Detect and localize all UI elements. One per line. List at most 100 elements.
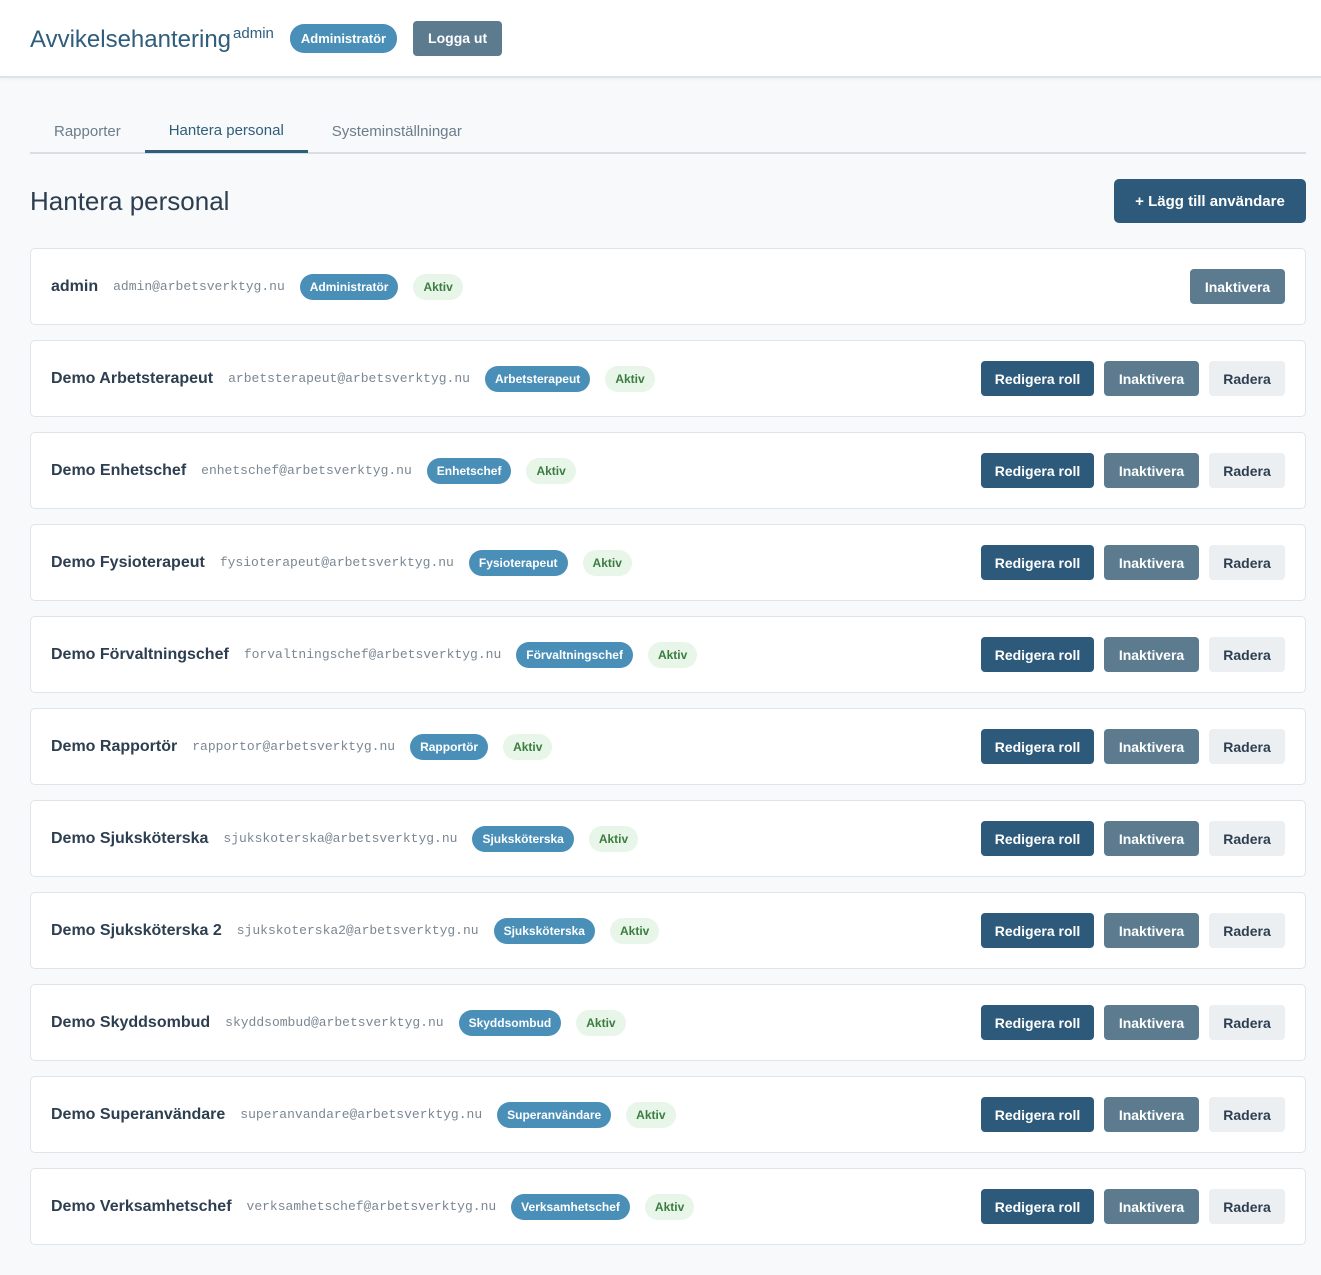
current-user-role-badge: Administratör: [289, 23, 398, 53]
logout-button[interactable]: Logga ut: [413, 20, 503, 56]
user-role-badge: Sjuksköterska: [472, 825, 574, 852]
app-title-text: Avvikelsehantering: [30, 25, 232, 53]
edit-role-button[interactable]: Redigera roll: [981, 453, 1094, 488]
user-status-badge: Aktiv: [609, 917, 660, 944]
user-status-badge: Aktiv: [647, 641, 698, 668]
add-user-button[interactable]: + Lägg till användare: [1114, 179, 1306, 223]
delete-button[interactable]: Radera: [1209, 453, 1285, 488]
user-status-badge: Aktiv: [644, 1193, 695, 1220]
user-name: Demo Rapportör: [51, 737, 178, 755]
edit-role-button[interactable]: Redigera roll: [981, 545, 1094, 580]
deactivate-button[interactable]: Inaktivera: [1104, 361, 1199, 396]
delete-button[interactable]: Radera: [1209, 361, 1285, 396]
user-role-badge: Rapportör: [410, 733, 489, 760]
user-status-badge: Aktiv: [503, 733, 553, 760]
user-row: Demo Fysioterapeut fysioterapeut@arbetsve…: [30, 524, 1306, 601]
tab-hantera-personal[interactable]: Hantera personal: [144, 111, 308, 153]
user-role-badge: Administratör: [299, 273, 399, 300]
edit-role-button[interactable]: Redigera roll: [981, 913, 1094, 948]
user-email: superanvandare@arbetsverktyg.nu: [240, 1107, 483, 1122]
user-list: admin admin@arbetsverktyg.nu Administratör…: [30, 248, 1306, 1245]
user-role-badge: Sjuksköterska: [493, 917, 595, 944]
delete-button[interactable]: Radera: [1209, 637, 1285, 672]
user-role-badge: Skyddsombud: [458, 1009, 562, 1036]
user-status-badge: Aktiv: [576, 1009, 626, 1036]
user-name: admin: [51, 277, 99, 295]
user-name: Demo Sjuksköterska 2: [51, 921, 222, 939]
edit-role-button[interactable]: Redigera roll: [981, 729, 1094, 764]
user-role-badge: Verksamhetschef: [511, 1193, 630, 1220]
page-title: Hantera personal: [30, 185, 230, 216]
top-bar: Avvikelsehantering admin Administratör Lo…: [0, 0, 1321, 78]
user-row: Demo Rapportör rapportor@arbetsverktyg.nu…: [30, 708, 1306, 785]
user-name: Demo Skyddsombud: [51, 1013, 211, 1031]
user-row: Demo Sjuksköterska 2 sjukskoterska2@arbet…: [30, 892, 1306, 969]
user-status-badge: Aktiv: [526, 457, 576, 484]
user-email: sjukskoterska2@arbetsverktyg.nu: [236, 923, 479, 938]
delete-button[interactable]: Radera: [1209, 821, 1285, 856]
user-email: fysioterapeut@arbetsverktyg.nu: [219, 555, 454, 570]
deactivate-button[interactable]: Inaktivera: [1104, 637, 1199, 672]
user-row: Demo Superanvändare superanvandare@arbets…: [30, 1076, 1306, 1153]
user-row: Demo Enhetschef enhetschef@arbetsverktyg.…: [30, 432, 1306, 509]
deactivate-button[interactable]: Inaktivera: [1104, 545, 1199, 580]
deactivate-button[interactable]: Inaktivera: [1104, 913, 1199, 948]
app-title: Avvikelsehantering admin: [30, 25, 274, 54]
tab-systeminstallningar[interactable]: Systeminställningar: [308, 110, 486, 152]
deactivate-button[interactable]: Inaktivera: [1104, 821, 1199, 856]
user-role-badge: Arbetsterapeut: [484, 365, 591, 392]
edit-role-button[interactable]: Redigera roll: [981, 361, 1094, 396]
current-username: admin: [233, 24, 274, 42]
deactivate-button[interactable]: Inaktivera: [1190, 269, 1285, 304]
user-email: rapportor@arbetsverktyg.nu: [192, 739, 396, 754]
user-email: admin@arbetsverktyg.nu: [113, 279, 285, 294]
user-row: Demo Sjuksköterska sjukskoterska@arbetsve…: [30, 800, 1306, 877]
user-role-badge: Superanvändare: [497, 1101, 612, 1128]
user-role-badge: Enhetschef: [426, 457, 512, 484]
user-name: Demo Verksamhetschef: [51, 1197, 232, 1215]
user-email: skyddsombud@arbetsverktyg.nu: [225, 1015, 444, 1030]
edit-role-button[interactable]: Redigera roll: [981, 821, 1094, 856]
user-email: forvaltningschef@arbetsverktyg.nu: [243, 647, 502, 662]
edit-role-button[interactable]: Redigera roll: [981, 1097, 1094, 1132]
delete-button[interactable]: Radera: [1209, 729, 1285, 764]
user-row: Demo Förvaltningschef forvaltningschef@ar…: [30, 616, 1306, 693]
deactivate-button[interactable]: Inaktivera: [1104, 1189, 1199, 1224]
user-name: Demo Arbetsterapeut: [51, 369, 214, 387]
deactivate-button[interactable]: Inaktivera: [1104, 1097, 1199, 1132]
user-status-badge: Aktiv: [605, 365, 655, 392]
user-name: Demo Fysioterapeut: [51, 553, 205, 571]
user-status-badge: Aktiv: [626, 1101, 676, 1128]
user-status-badge: Aktiv: [582, 549, 632, 576]
edit-role-button[interactable]: Redigera roll: [981, 1005, 1094, 1040]
user-name: Demo Förvaltningschef: [51, 645, 229, 663]
user-status-badge: Aktiv: [413, 273, 463, 300]
user-row: Demo Arbetsterapeut arbetsterapeut@arbets…: [30, 340, 1306, 417]
tab-rapporter[interactable]: Rapporter: [30, 110, 145, 152]
deactivate-button[interactable]: Inaktivera: [1104, 729, 1199, 764]
deactivate-button[interactable]: Inaktivera: [1104, 453, 1199, 488]
tab-bar: Rapporter Hantera personal Systeminställ…: [30, 110, 1306, 154]
edit-role-button[interactable]: Redigera roll: [981, 637, 1094, 672]
user-row: Demo Skyddsombud skyddsombud@arbetsverkty…: [30, 984, 1306, 1061]
edit-role-button[interactable]: Redigera roll: [981, 1189, 1094, 1224]
user-email: sjukskoterska@arbetsverktyg.nu: [223, 831, 458, 846]
user-row: Demo Verksamhetschef verksamhetschef@arbe…: [30, 1168, 1306, 1245]
user-name: Demo Enhetschef: [51, 461, 187, 479]
user-row: admin admin@arbetsverktyg.nu Administratör…: [30, 248, 1306, 325]
delete-button[interactable]: Radera: [1209, 1097, 1285, 1132]
user-email: enhetschef@arbetsverktyg.nu: [201, 463, 412, 478]
delete-button[interactable]: Radera: [1209, 1189, 1285, 1224]
deactivate-button[interactable]: Inaktivera: [1104, 1005, 1199, 1040]
delete-button[interactable]: Radera: [1209, 545, 1285, 580]
user-name: Demo Superanvändare: [51, 1105, 226, 1123]
page-header: Hantera personal + Lägg till användare: [30, 179, 1306, 223]
delete-button[interactable]: Radera: [1209, 913, 1285, 948]
user-status-badge: Aktiv: [588, 825, 639, 852]
user-role-badge: Förvaltningschef: [516, 641, 633, 668]
user-role-badge: Fysioterapeut: [468, 549, 568, 576]
user-email: verksamhetschef@arbetsverktyg.nu: [246, 1199, 497, 1214]
delete-button[interactable]: Radera: [1209, 1005, 1285, 1040]
user-name: Demo Sjuksköterska: [51, 829, 209, 847]
main-content: Rapporter Hantera personal Systeminställ…: [0, 110, 1321, 1245]
